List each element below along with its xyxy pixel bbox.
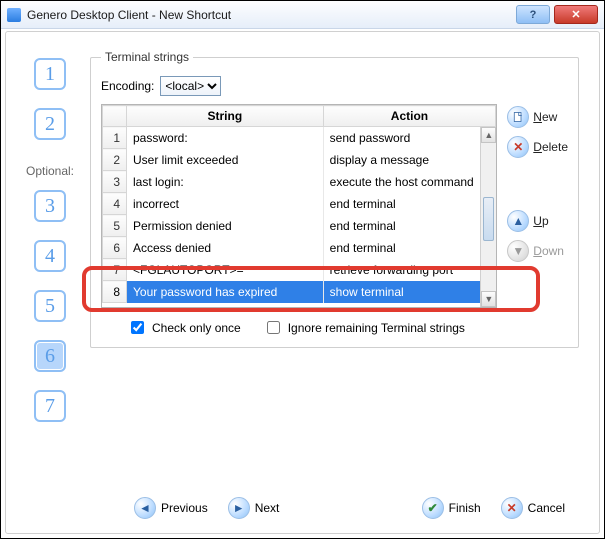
col-string[interactable]: String bbox=[127, 106, 324, 127]
table-row[interactable]: 3 last login: execute the host command bbox=[103, 171, 496, 193]
up-button[interactable]: ▲ Up bbox=[507, 210, 568, 232]
table-row[interactable]: 4 incorrect end terminal bbox=[103, 193, 496, 215]
group-legend: Terminal strings bbox=[101, 50, 193, 64]
cancel-x-icon: ✕ bbox=[501, 497, 523, 519]
wizard-step-4[interactable]: 4 bbox=[34, 240, 66, 272]
arrow-down-icon: ▼ bbox=[507, 240, 529, 262]
dialog-content: 1 2 Optional: 3 4 5 6 7 Terminal strings… bbox=[5, 31, 600, 534]
delete-button[interactable]: ✕ Delete bbox=[507, 136, 568, 158]
table-row[interactable]: 7 <FGLAUTOPORT>= retrieve forwarding por… bbox=[103, 259, 496, 281]
previous-button[interactable]: ◄ Previous bbox=[134, 497, 208, 519]
title-bar[interactable]: Genero Desktop Client - New Shortcut ? ✕ bbox=[1, 1, 604, 29]
encoding-label: Encoding: bbox=[101, 79, 154, 93]
strings-table[interactable]: String Action 1 password: send p bbox=[102, 105, 496, 303]
table-row[interactable]: 1 password: send password bbox=[103, 127, 496, 149]
encoding-select[interactable]: <local> bbox=[160, 76, 221, 96]
terminal-strings-group: Terminal strings Encoding: <local> bbox=[90, 50, 579, 348]
wizard-step-5[interactable]: 5 bbox=[34, 290, 66, 322]
col-num[interactable] bbox=[103, 106, 127, 127]
close-button[interactable]: ✕ bbox=[554, 5, 598, 24]
app-icon bbox=[7, 8, 21, 22]
scroll-up-button[interactable]: ▲ bbox=[481, 127, 496, 143]
optional-label: Optional: bbox=[26, 164, 74, 178]
scroll-down-button[interactable]: ▼ bbox=[481, 291, 496, 307]
strings-table-container: String Action 1 password: send p bbox=[101, 104, 497, 308]
arrow-right-icon: ► bbox=[228, 497, 250, 519]
wizard-steps: 1 2 Optional: 3 4 5 6 7 bbox=[14, 50, 86, 486]
wizard-step-7[interactable]: 7 bbox=[34, 390, 66, 422]
table-row[interactable]: 6 Access denied end terminal bbox=[103, 237, 496, 259]
down-button: ▼ Down bbox=[507, 240, 568, 262]
check-only-once[interactable]: Check only once bbox=[127, 318, 241, 337]
table-row[interactable]: 5 Permission denied end terminal bbox=[103, 215, 496, 237]
delete-x-icon: ✕ bbox=[507, 136, 529, 158]
new-label-u: N bbox=[533, 110, 542, 124]
vertical-scrollbar[interactable]: ▲ ▼ bbox=[480, 127, 496, 307]
help-button[interactable]: ? bbox=[516, 5, 550, 24]
check-only-once-box[interactable] bbox=[131, 321, 144, 334]
cancel-button[interactable]: ✕ Cancel bbox=[501, 497, 565, 519]
table-row-selected[interactable]: 8 Your password has expired show termina… bbox=[103, 281, 496, 303]
wizard-step-6[interactable]: 6 bbox=[34, 340, 66, 372]
wizard-step-1[interactable]: 1 bbox=[34, 58, 66, 90]
arrow-left-icon: ◄ bbox=[134, 497, 156, 519]
finish-button[interactable]: ✔ Finish bbox=[422, 497, 481, 519]
wizard-step-2[interactable]: 2 bbox=[34, 108, 66, 140]
ignore-remaining[interactable]: Ignore remaining Terminal strings bbox=[263, 318, 465, 337]
new-page-icon bbox=[507, 106, 529, 128]
wizard-step-3[interactable]: 3 bbox=[34, 190, 66, 222]
scroll-thumb[interactable] bbox=[483, 197, 494, 241]
new-button[interactable]: New bbox=[507, 106, 568, 128]
window-frame: Genero Desktop Client - New Shortcut ? ✕… bbox=[0, 0, 605, 539]
side-actions: New ✕ Delete ▲ Up bbox=[507, 104, 568, 262]
ignore-remaining-box[interactable] bbox=[267, 321, 280, 334]
window-title: Genero Desktop Client - New Shortcut bbox=[27, 8, 516, 22]
arrow-up-icon: ▲ bbox=[507, 210, 529, 232]
next-button[interactable]: ► Next bbox=[228, 497, 280, 519]
table-row[interactable]: 2 User limit exceeded display a message bbox=[103, 149, 496, 171]
col-action[interactable]: Action bbox=[323, 106, 496, 127]
wizard-nav: ◄ Previous ► Next ✔ Finish ✕ Can bbox=[14, 486, 583, 525]
check-icon: ✔ bbox=[422, 497, 444, 519]
